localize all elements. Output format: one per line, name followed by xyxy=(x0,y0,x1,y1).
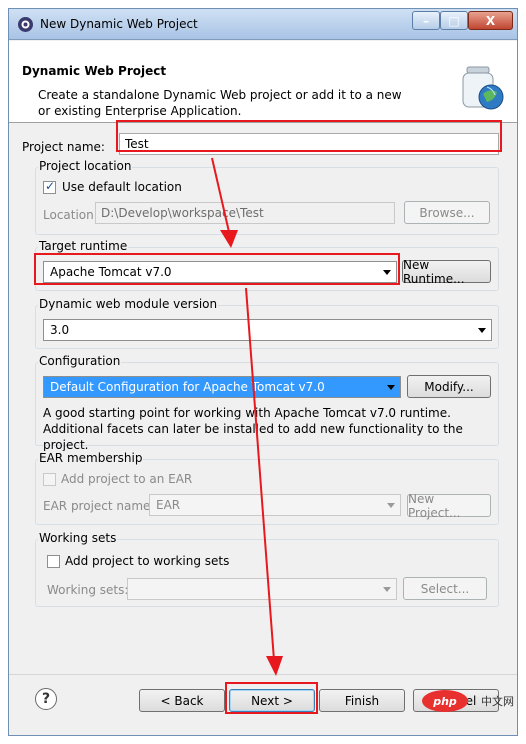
working-sets-select[interactable] xyxy=(127,578,397,600)
ear-name-select[interactable]: EAR xyxy=(149,494,401,516)
web-project-jar-icon xyxy=(462,66,504,110)
wizard-header: Dynamic Web Project Create a standalone … xyxy=(9,41,517,123)
chevron-down-icon xyxy=(383,587,391,592)
project-name-label: Project name: xyxy=(22,140,105,154)
maximize-button[interactable]: □ xyxy=(440,11,468,30)
watermark-text: 中文网 xyxy=(481,695,514,708)
project-name-highlight xyxy=(116,120,502,152)
maximize-icon: □ xyxy=(448,13,460,28)
chevron-down-icon xyxy=(387,385,395,390)
back-button[interactable]: < Back xyxy=(139,689,225,712)
footer-divider xyxy=(9,674,517,675)
close-button[interactable]: X xyxy=(468,11,513,30)
eclipse-icon xyxy=(18,17,33,32)
help-button[interactable]: ? xyxy=(35,688,57,710)
next-button-highlight xyxy=(225,682,318,714)
modify-button[interactable]: Modify... xyxy=(407,375,491,398)
ear-name-label: EAR project name: xyxy=(43,499,155,513)
minimize-button[interactable]: – xyxy=(412,11,440,30)
location-label: Location: xyxy=(43,208,98,222)
chevron-down-icon xyxy=(478,328,486,333)
working-sets-label: Working sets: xyxy=(47,583,129,597)
target-runtime-highlight xyxy=(34,253,400,285)
add-to-ear-checkbox[interactable] xyxy=(43,473,56,486)
new-runtime-button[interactable]: New Runtime... xyxy=(402,258,491,286)
window-title: New Dynamic Web Project xyxy=(40,17,198,31)
browse-button[interactable]: Browse... xyxy=(404,201,490,224)
dialog-window: New Dynamic Web Project – □ X Dynamic We… xyxy=(8,8,518,736)
add-to-ear-label: Add project to an EAR xyxy=(61,472,193,486)
select-button[interactable]: Select... xyxy=(403,577,487,600)
module-version-select[interactable]: 3.0 xyxy=(43,319,492,341)
configuration-title: Configuration xyxy=(38,354,122,368)
new-project-button[interactable]: New Project... xyxy=(407,492,491,520)
target-runtime-title: Target runtime xyxy=(38,239,129,253)
ear-membership-title: EAR membership xyxy=(38,451,144,465)
finish-button[interactable]: Finish xyxy=(319,689,405,712)
project-location-title: Project location xyxy=(38,159,133,173)
wizard-description: Create a standalone Dynamic Web project … xyxy=(38,88,402,118)
chevron-down-icon xyxy=(387,503,395,508)
configuration-value: Default Configuration for Apache Tomcat … xyxy=(50,380,325,394)
add-to-working-sets-label: Add project to working sets xyxy=(65,554,230,568)
module-version-value: 3.0 xyxy=(50,323,70,337)
title-bar: New Dynamic Web Project – □ X xyxy=(9,9,517,40)
ear-name-value: EAR xyxy=(156,498,181,512)
close-icon: X xyxy=(485,13,496,28)
configuration-select[interactable]: Default Configuration for Apache Tomcat … xyxy=(43,376,401,398)
minimize-icon: – xyxy=(423,13,429,28)
configuration-description: A good starting point for working with A… xyxy=(43,406,463,452)
php-watermark-logo: php xyxy=(422,690,468,712)
use-default-location-checkbox[interactable] xyxy=(43,179,56,194)
wizard-title: Dynamic Web Project xyxy=(22,64,167,78)
use-default-location-label: Use default location xyxy=(62,180,182,194)
module-version-title: Dynamic web module version xyxy=(38,297,219,311)
add-to-working-sets-checkbox[interactable] xyxy=(47,555,60,568)
working-sets-title: Working sets xyxy=(38,531,118,545)
location-input[interactable]: D:\Develop\workspace\Test xyxy=(95,202,395,224)
